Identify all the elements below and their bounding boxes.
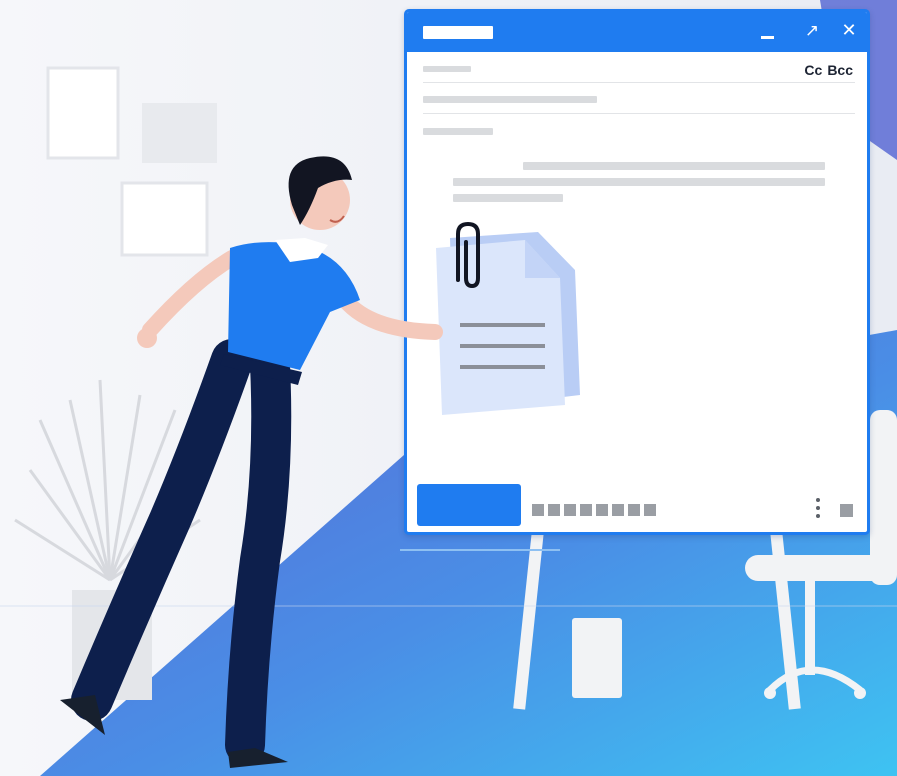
- woman-figure: [60, 156, 443, 768]
- illustration-scene: ↗ ✕ Cc Bcc: [0, 0, 897, 776]
